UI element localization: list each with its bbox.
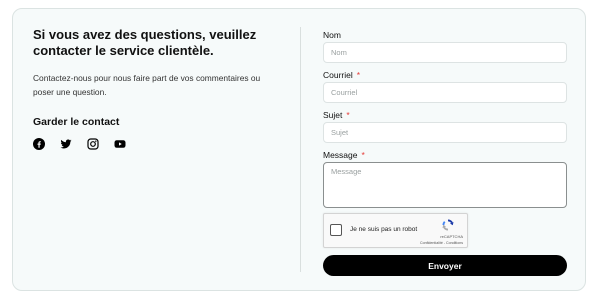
required-marker: * <box>361 150 365 160</box>
send-button[interactable]: Envoyer <box>323 255 567 276</box>
instagram-icon[interactable] <box>87 138 99 150</box>
message-field[interactable] <box>323 162 567 208</box>
recaptcha-brand: reCAPTCHA <box>440 234 463 239</box>
contact-card: Si vous avez des questions, veuillez con… <box>12 8 586 291</box>
contact-form: Nom Courriel* Sujet* Message* Je ne suis… <box>323 29 567 276</box>
recaptcha-terms-link[interactable]: Confidentialité - Conditions <box>420 241 463 245</box>
name-field[interactable] <box>323 42 567 63</box>
subject-label: Sujet * <box>323 110 350 120</box>
facebook-icon[interactable] <box>33 138 45 150</box>
required-marker: * <box>356 70 361 80</box>
recaptcha-widget: Je ne suis pas un robot reCAPTCHA Confid… <box>323 213 468 248</box>
required-marker: * <box>346 110 350 120</box>
recaptcha-checkbox[interactable] <box>330 224 342 236</box>
message-label: Message * <box>323 150 365 160</box>
intro-text: Contactez-nous pour nous faire part de v… <box>33 73 261 97</box>
email-label: Courriel * <box>323 70 361 80</box>
recaptcha-label: Je ne suis pas un robot <box>350 226 418 233</box>
keep-in-touch-heading: Garder le contact <box>33 116 120 128</box>
youtube-icon[interactable] <box>114 138 126 150</box>
page-title: Si vous avez des questions, veuillez con… <box>33 27 257 58</box>
twitter-icon[interactable] <box>60 138 72 150</box>
name-label: Nom <box>323 30 341 40</box>
contact-info: Si vous avez des questions, veuillez con… <box>33 27 273 150</box>
subject-field[interactable] <box>323 122 567 143</box>
social-links <box>33 138 273 150</box>
recaptcha-logo-icon <box>442 219 454 231</box>
column-divider <box>300 27 301 272</box>
email-field[interactable] <box>323 82 567 103</box>
